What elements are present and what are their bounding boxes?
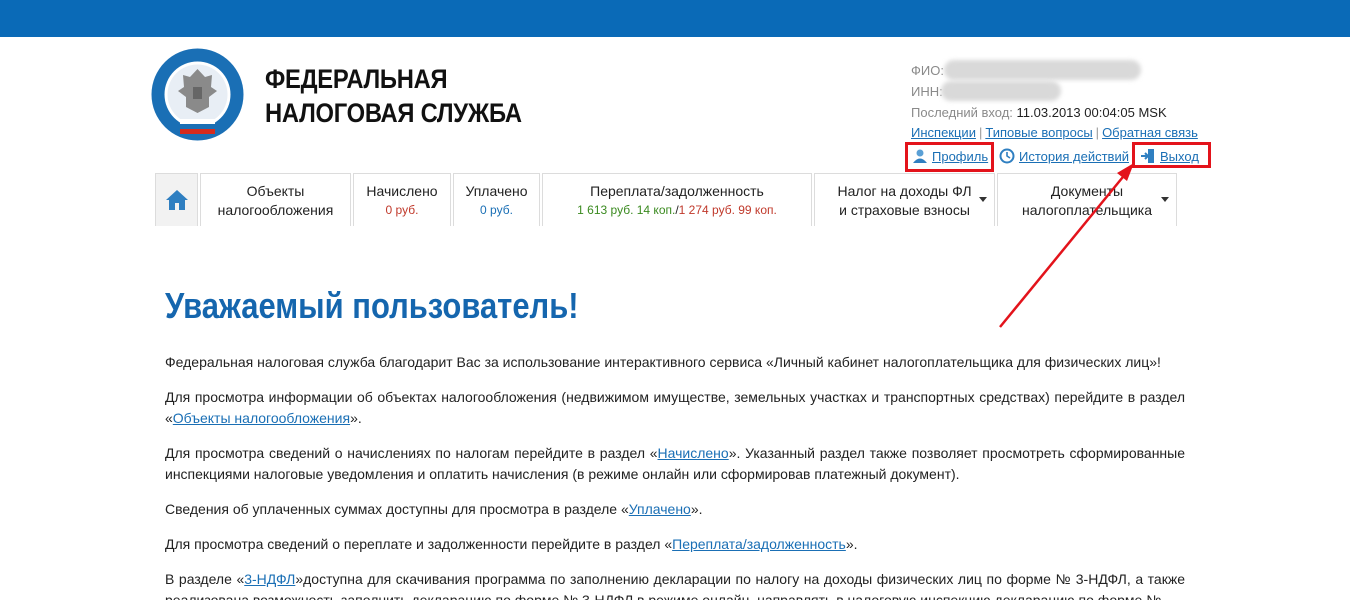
main-nav-tabs: Объекты налогообложения Начислено 0 руб.… [155,173,1179,226]
tab-ndfl-line1: Налог на доходы ФЛ [837,182,972,199]
chevron-down-icon [979,197,987,202]
tab-overpay[interactable]: Переплата/задолженность 1 613 руб. 14 ко… [542,173,812,226]
tab-paid-label: Уплачено [465,183,528,199]
inn-row: ИНН: [911,81,1211,102]
page-title: Уважаемый пользователь! [165,285,579,326]
fio-label: ФИО: [911,63,944,78]
history-action[interactable]: История действий [999,142,1129,170]
text: ». [350,410,362,426]
link-separator: | [1095,125,1100,140]
link-overpay[interactable]: Переплата/задолженность [672,536,846,552]
history-icon [999,148,1015,164]
chevron-down-icon [1161,197,1169,202]
last-login-label: Последний вход: [911,105,1013,120]
top-links: Инспекции | Типовые вопросы | Обратная связь [911,125,1198,140]
text: »доступна для скачивания программа по за… [165,571,1185,600]
tab-overpay-values: 1 613 руб. 14 коп./1 274 руб. 99 коп. [543,203,811,217]
link-3ndfl[interactable]: 3-НДФЛ [244,571,295,587]
overpay-value: 1 613 руб. 14 коп. [577,203,676,217]
brand-name: ФЕДЕРАЛЬНАЯ НАЛОГОВАЯ СЛУЖБА [265,62,522,130]
tab-paid-value: 0 руб. [480,203,513,217]
text: Для просмотра сведений о начислениях по … [165,445,658,461]
last-login-row: Последний вход: 11.03.2013 00:04:05 MSK [911,102,1211,123]
tab-ndfl-line2: и страховые взносы [839,201,970,218]
paragraph-overpay: Для просмотра сведений о переплате и зад… [165,534,1185,555]
link-feedback[interactable]: Обратная связь [1102,125,1198,140]
home-icon [165,190,188,210]
inn-label: ИНН: [911,84,943,99]
tab-objects-line2: налогообложения [217,201,334,218]
tab-home[interactable] [155,173,198,226]
link-separator: | [978,125,983,140]
tab-accrued-value: 0 руб. [385,203,419,217]
fio-row: ФИО: [911,60,1211,81]
text: ». [690,501,703,517]
tab-documents[interactable]: Документы налогоплательщика [997,173,1177,226]
debt-value: 1 274 руб. 99 коп. [678,203,777,217]
history-link[interactable]: История действий [1019,149,1129,164]
link-objects[interactable]: Объекты налогообложения [173,410,350,426]
last-login-value: 11.03.2013 00:04:05 MSK [1016,105,1167,120]
text: Сведения об уплаченных суммах доступны д… [165,501,629,517]
profile-highlight [905,142,994,172]
tab-paid[interactable]: Уплачено 0 руб. [453,173,540,226]
paragraph-accrued: Для просмотра сведений о начислениях по … [165,443,1185,485]
tab-objects-line1: Объекты [246,182,305,199]
text: ». [845,536,858,552]
tab-objects[interactable]: Объекты налогообложения [200,173,351,226]
tab-ndfl[interactable]: Налог на доходы ФЛ и страховые взносы [814,173,995,226]
user-info: ФИО: ИНН: Последний вход: 11.03.2013 00:… [911,60,1211,123]
link-faq[interactable]: Типовые вопросы [985,125,1092,140]
fns-logo-icon [151,48,244,141]
tab-documents-line2: налогоплательщика [1021,201,1153,218]
top-bar [0,0,1350,37]
brand-line-2: НАЛОГОВАЯ СЛУЖБА [265,98,522,128]
paragraph-thanks: Федеральная налоговая служба благодарит … [165,354,1161,370]
link-paid[interactable]: Уплачено [629,501,691,517]
tab-overpay-label: Переплата/задолженность [590,183,764,199]
logout-highlight [1132,142,1211,168]
tab-accrued[interactable]: Начислено 0 руб. [353,173,451,226]
paragraph-objects: Для просмотра информации об объектах нал… [165,387,1185,429]
inn-redacted [941,81,1061,101]
link-inspections[interactable]: Инспекции [911,125,976,140]
tab-accrued-label: Начислено [366,183,438,199]
brand-line-1: ФЕДЕРАЛЬНАЯ [265,64,448,94]
paragraph-paid: Сведения об уплаченных суммах доступны д… [165,499,1185,520]
text: В разделе « [165,571,245,587]
fio-redacted [944,60,1141,80]
text: Для просмотра сведений о переплате и зад… [165,536,673,552]
welcome-text: Федеральная налоговая служба благодарит … [165,352,1185,600]
paragraph-ndfl: В разделе «3-НДФЛ»доступна для скачивани… [165,569,1185,600]
link-accrued[interactable]: Начислено [658,445,729,461]
tab-documents-line1: Документы [1050,182,1124,199]
